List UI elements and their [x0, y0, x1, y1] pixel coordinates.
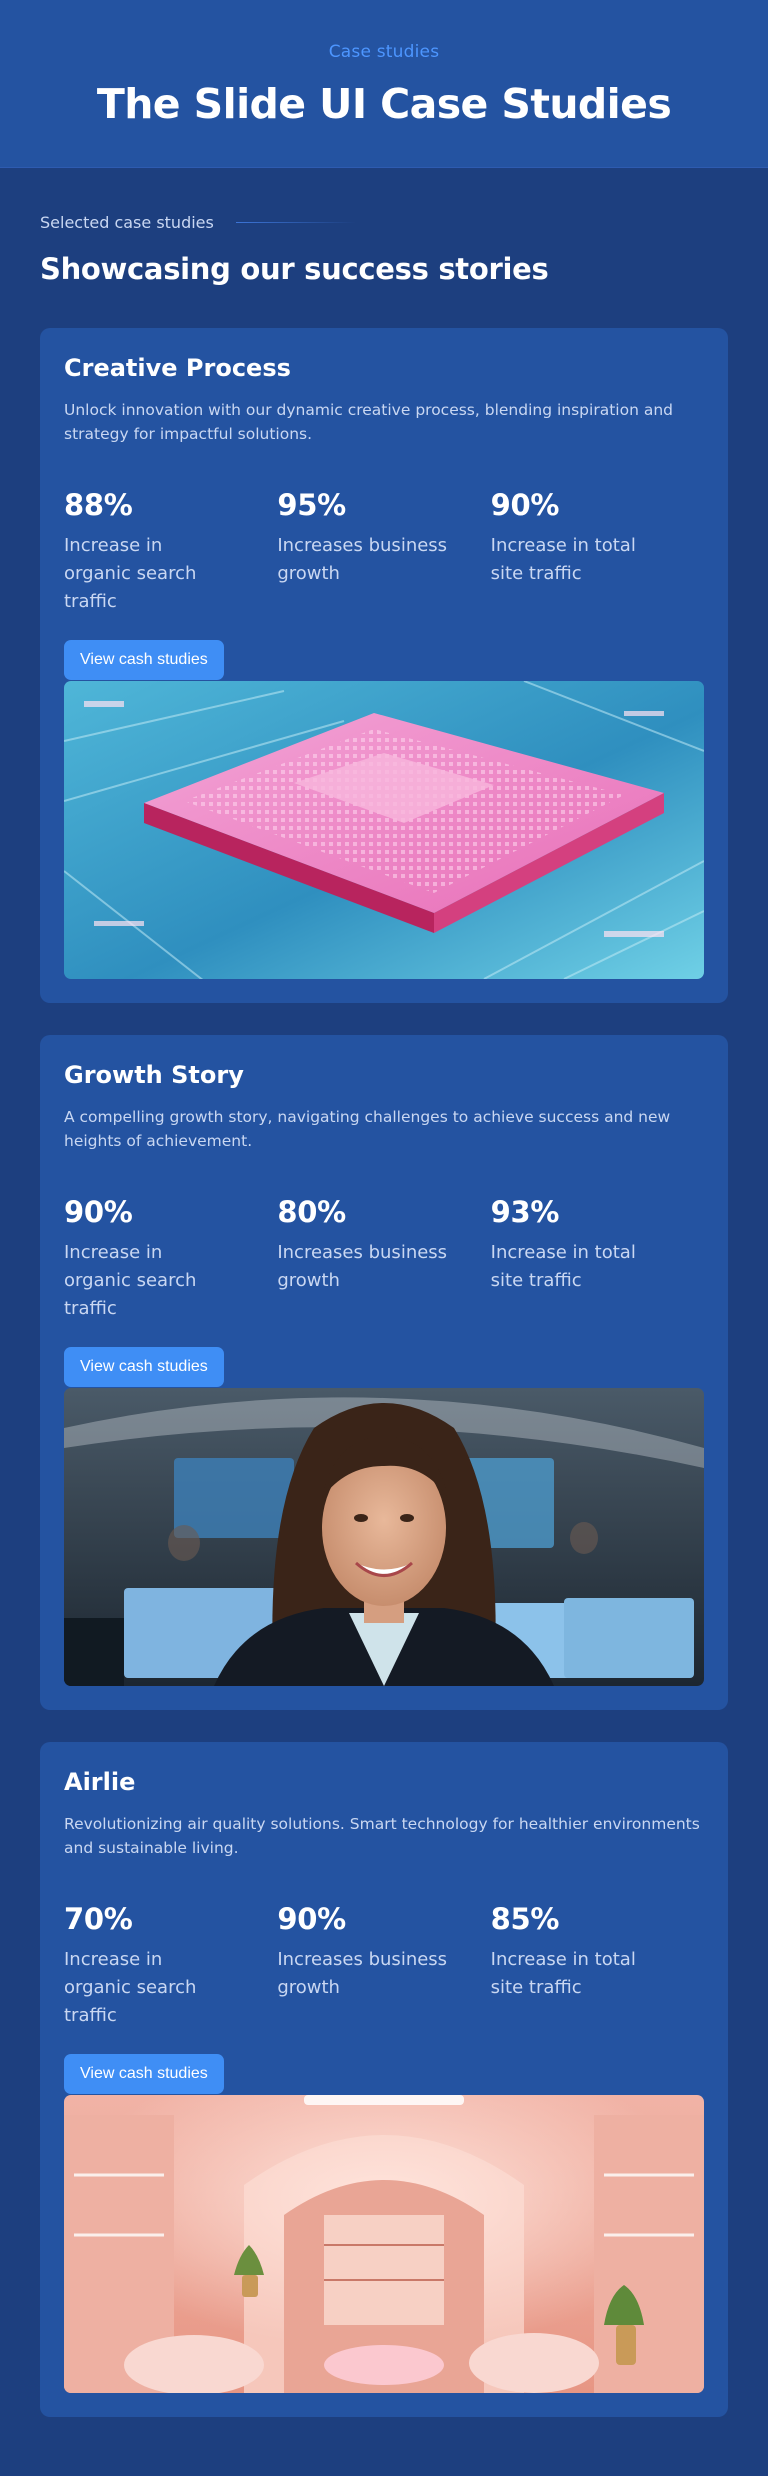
- card-description: Revolutionizing air quality solutions. S…: [64, 1815, 700, 1857]
- view-case-studies-button[interactable]: View cash studies: [64, 1347, 224, 1387]
- stats-row: 70% Increase in organic search traffic 9…: [64, 1902, 704, 2030]
- stat-value: 95%: [277, 488, 346, 522]
- section-divider-line: [235, 221, 356, 223]
- page-title: The Slide UI Case Studies: [96, 80, 672, 128]
- stat-item: 95% Increases business growth: [277, 488, 490, 616]
- case-study-card-airlie: Airlie Revolutionizing air quality solut…: [40, 1742, 728, 2417]
- stats-row: 90% Increase in organic search traffic 8…: [64, 1195, 704, 1323]
- stat-item: 85% Increase in total site traffic: [491, 1902, 704, 2030]
- stat-value: 90%: [490, 488, 560, 522]
- businesswoman-photo: [64, 1388, 704, 1686]
- stat-label: Increases business growth: [277, 1949, 448, 1998]
- stat-label: Increases business growth: [277, 535, 448, 584]
- stat-label: Increase in organic search traffic: [64, 1242, 197, 1319]
- hero-header: Case studies The Slide UI Case Studies: [0, 0, 768, 168]
- stat-label: Increases business growth: [277, 1242, 448, 1291]
- card-title: Creative Process: [64, 354, 291, 382]
- case-study-card-growth-story: Growth Story A compelling growth story, …: [40, 1035, 728, 1710]
- circuit-chip-image: [64, 681, 704, 979]
- view-case-studies-button[interactable]: View cash studies: [64, 640, 224, 680]
- stat-label: Increase in total site traffic: [490, 535, 636, 584]
- card-description: A compelling growth story, navigating ch…: [64, 1108, 671, 1150]
- stat-value: 90%: [277, 1902, 346, 1936]
- stat-item: 90% Increase in organic search traffic: [64, 1195, 277, 1323]
- section-label: Selected case studies: [40, 212, 214, 232]
- case-studies-section-header: Selected case studies Showcasing our suc…: [0, 168, 768, 287]
- stat-value: 85%: [490, 1902, 560, 1936]
- case-study-card-creative-process: Creative Process Unlock innovation with …: [40, 328, 728, 1003]
- stat-value: 88%: [64, 488, 133, 522]
- stat-value: 90%: [64, 1195, 133, 1229]
- stat-label: Increase in organic search traffic: [64, 535, 197, 612]
- case-study-list: Creative Process Unlock innovation with …: [0, 328, 768, 2417]
- stat-item: 90% Increases business growth: [277, 1902, 490, 2030]
- stat-item: 90% Increase in total site traffic: [491, 488, 704, 616]
- stat-label: Increase in organic search traffic: [64, 1949, 197, 2026]
- stat-label: Increase in total site traffic: [490, 1949, 636, 1998]
- section-label-row: Selected case studies: [40, 210, 728, 234]
- stat-value: 80%: [277, 1195, 346, 1229]
- stat-item: 70% Increase in organic search traffic: [64, 1902, 277, 2030]
- section-title: Showcasing our success stories: [40, 252, 549, 286]
- view-case-studies-button[interactable]: View cash studies: [64, 2054, 224, 2094]
- boutique-interior-photo: [64, 2095, 704, 2393]
- hero-eyebrow: Case studies: [328, 42, 440, 62]
- stat-label: Increase in total site traffic: [490, 1242, 636, 1291]
- stats-row: 88% Increase in organic search traffic 9…: [64, 488, 704, 616]
- card-title: Airlie: [64, 1768, 136, 1796]
- card-title: Growth Story: [64, 1061, 244, 1089]
- stat-value: 70%: [64, 1902, 133, 1936]
- stat-item: 88% Increase in organic search traffic: [64, 488, 277, 616]
- stat-value: 93%: [490, 1195, 560, 1229]
- card-description: Unlock innovation with our dynamic creat…: [64, 401, 673, 443]
- stat-item: 93% Increase in total site traffic: [491, 1195, 704, 1323]
- stat-item: 80% Increases business growth: [277, 1195, 490, 1323]
